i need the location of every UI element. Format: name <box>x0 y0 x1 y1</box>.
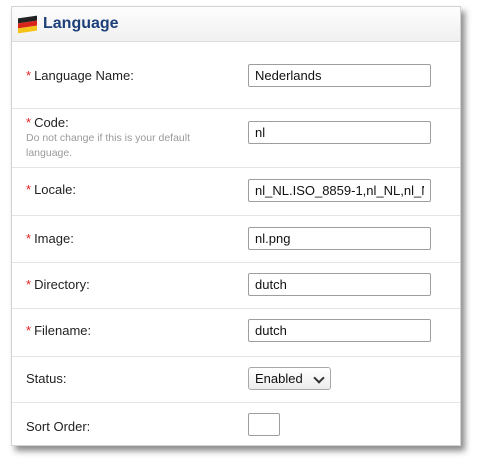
required-marker: * <box>26 277 32 292</box>
locale-input[interactable] <box>248 179 431 202</box>
row-language-name: * Language Name: <box>12 42 460 109</box>
row-filename: * Filename: <box>12 309 460 357</box>
status-selected-value: Enabled <box>255 371 303 386</box>
image-input[interactable] <box>248 227 431 250</box>
required-marker: * <box>26 231 32 246</box>
required-marker: * <box>26 115 32 130</box>
directory-input[interactable] <box>248 273 431 296</box>
language-name-label: * Language Name: <box>26 68 134 83</box>
code-label: * Code: Do not change if this is your def… <box>26 115 226 161</box>
filename-label: * Filename: <box>26 323 92 338</box>
row-sort-order: Sort Order: <box>12 403 460 445</box>
code-input[interactable] <box>248 121 431 144</box>
row-image: * Image: <box>12 216 460 263</box>
page-title: Language <box>43 15 119 32</box>
chevron-down-icon <box>313 372 325 384</box>
language-form-panel: Language *Language Name: *Code: Do not c… <box>11 6 461 446</box>
directory-label: * Directory: <box>26 277 90 292</box>
required-marker: * <box>26 182 32 197</box>
sort-order-label: Sort Order: <box>26 419 91 434</box>
code-help-text: Do not change if this is your default la… <box>26 132 191 159</box>
sort-order-input[interactable] <box>248 413 280 436</box>
row-status: Status: Enabled <box>12 357 460 403</box>
row-locale: * Locale: <box>12 168 460 216</box>
locale-label: * Locale: <box>26 182 76 197</box>
status-label: Status: <box>26 371 67 386</box>
row-code: * Code: Do not change if this is your def… <box>12 109 460 168</box>
flag-icon <box>18 15 37 34</box>
stage: Language *Language Name: *Code: Do not c… <box>0 0 477 461</box>
language-name-input[interactable] <box>248 64 431 87</box>
required-marker: * <box>26 323 32 338</box>
required-marker: * <box>26 68 32 83</box>
row-directory: * Directory: <box>12 263 460 309</box>
image-label: * Image: <box>26 231 74 246</box>
panel-header: Language <box>12 7 460 42</box>
status-select[interactable]: Enabled <box>248 367 331 390</box>
filename-input[interactable] <box>248 319 431 342</box>
